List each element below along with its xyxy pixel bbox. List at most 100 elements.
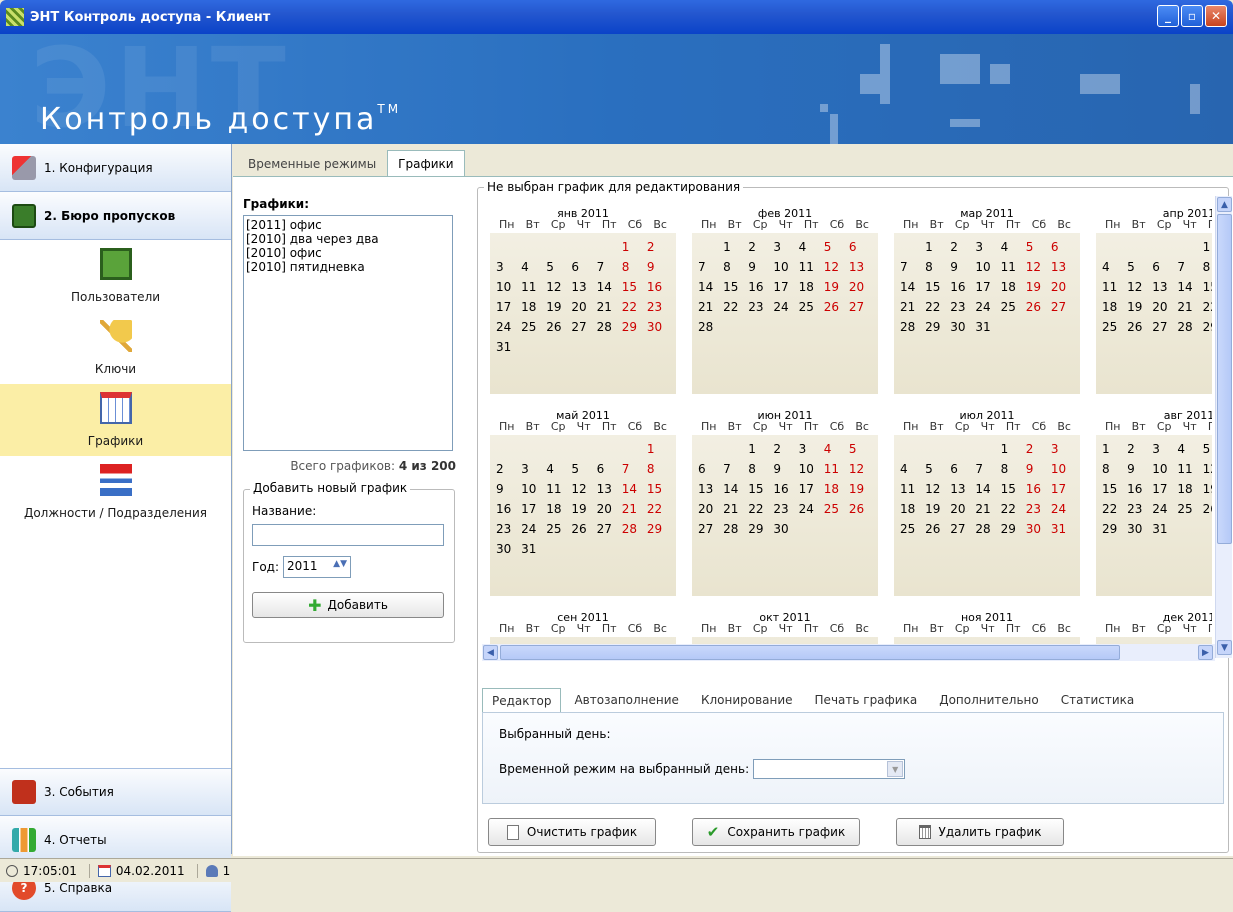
calendar-day[interactable]: 10 [799,461,824,477]
calendar-day[interactable]: 3 [773,239,798,255]
calendar-day[interactable]: 5 [1203,441,1212,457]
calendar-day[interactable]: 15 [1001,481,1026,497]
calendar-day[interactable]: 7 [975,461,1000,477]
calendar-day[interactable]: 29 [1102,521,1127,537]
calendar-day[interactable]: 16 [1127,481,1152,497]
calendar-day[interactable]: 31 [521,541,546,557]
calendar-day[interactable]: 21 [622,501,647,517]
calendar-day[interactable]: 4 [1102,259,1127,275]
spinner-arrows-icon[interactable]: ▲▼ [333,559,347,575]
calendar-day[interactable]: 13 [950,481,975,497]
calendar-day[interactable]: 12 [1026,259,1051,275]
calendar-day[interactable]: 8 [748,461,773,477]
calendar-day[interactable]: 4 [824,441,849,457]
calendar-day[interactable]: 24 [496,319,521,335]
nav-config[interactable]: 1. Конфигурация [0,144,231,192]
calendar-day[interactable]: 11 [546,481,571,497]
calendar-day[interactable]: 7 [900,259,925,275]
calendar-day[interactable]: 26 [849,501,874,517]
calendar-day[interactable]: 26 [546,319,571,335]
calendar-day[interactable]: 10 [521,481,546,497]
calendar-day[interactable]: 13 [849,259,874,275]
calendar-day[interactable]: 11 [1001,259,1026,275]
calendar-day[interactable]: 16 [773,481,798,497]
save-schedule-button[interactable]: ✔ Сохранить график [692,818,860,846]
calendar-day[interactable]: 17 [1152,481,1177,497]
calendar-day[interactable]: 29 [622,319,647,335]
calendar-day[interactable]: 5 [849,441,874,457]
calendar-day[interactable]: 15 [1102,481,1127,497]
calendar-day[interactable]: 14 [900,279,925,295]
list-item[interactable]: [2011] офис [246,218,450,232]
calendar-day[interactable]: 2 [1026,441,1051,457]
calendar-day[interactable]: 30 [496,541,521,557]
calendar-day[interactable]: 9 [647,259,672,275]
calendar-day[interactable]: 15 [723,279,748,295]
calendar-day[interactable]: 17 [1051,481,1076,497]
calendar-day[interactable]: 15 [1203,279,1212,295]
horizontal-scroll-thumb[interactable] [500,645,1120,660]
calendar-day[interactable]: 21 [1177,299,1202,315]
calendar-day[interactable]: 1 [723,239,748,255]
calendar-day[interactable]: 8 [1102,461,1127,477]
calendar-day[interactable]: 8 [1001,461,1026,477]
calendar-day[interactable]: 22 [1001,501,1026,517]
nav-item-users[interactable]: Пользователи [0,240,231,312]
calendar-day[interactable]: 3 [1051,441,1076,457]
calendar-day[interactable]: 12 [824,259,849,275]
scroll-down-icon[interactable]: ▼ [1217,640,1232,655]
calendar-day[interactable]: 3 [1152,441,1177,457]
calendar-day[interactable]: 28 [723,521,748,537]
calendar-day[interactable]: 18 [900,501,925,517]
calendar-day[interactable]: 6 [698,461,723,477]
calendar-day[interactable]: 17 [975,279,1000,295]
calendar-day[interactable]: 8 [622,259,647,275]
calendar-day[interactable]: 6 [571,259,596,275]
calendar-day[interactable]: 23 [647,299,672,315]
calendar-day[interactable]: 5 [824,239,849,255]
calendar-day[interactable]: 11 [1102,279,1127,295]
calendar-day[interactable]: 26 [1127,319,1152,335]
calendar-day[interactable]: 19 [849,481,874,497]
calendar-day[interactable]: 10 [496,279,521,295]
calendar-day[interactable]: 5 [1026,239,1051,255]
calendar-day[interactable]: 6 [950,461,975,477]
list-item[interactable]: [2010] офис [246,246,450,260]
calendar-day[interactable]: 4 [1177,441,1202,457]
calendar-day[interactable]: 19 [1127,299,1152,315]
calendar-day[interactable]: 10 [1152,461,1177,477]
calendar-day[interactable]: 9 [1127,461,1152,477]
calendar-day[interactable]: 6 [597,461,622,477]
calendar-day[interactable]: 14 [698,279,723,295]
calendar-day[interactable]: 4 [1001,239,1026,255]
calendar-day[interactable]: 19 [1026,279,1051,295]
calendar-day[interactable]: 31 [496,339,521,355]
calendar-day[interactable]: 30 [1127,521,1152,537]
calendar-day[interactable]: 7 [622,461,647,477]
calendar-day[interactable]: 1 [647,441,672,457]
calendar-day[interactable]: 2 [773,441,798,457]
calendar-day[interactable]: 16 [496,501,521,517]
calendar-day[interactable]: 20 [597,501,622,517]
calendar-day[interactable]: 27 [950,521,975,537]
calendar-day[interactable]: 11 [799,259,824,275]
tab-stats[interactable]: Статистика [1052,688,1144,713]
calendar-day[interactable]: 25 [1177,501,1202,517]
calendar-day[interactable]: 5 [571,461,596,477]
calendar-day[interactable]: 18 [546,501,571,517]
calendar-day[interactable]: 3 [799,441,824,457]
calendar-day[interactable]: 12 [925,481,950,497]
calendar-day[interactable]: 12 [546,279,571,295]
calendar-day[interactable]: 23 [1127,501,1152,517]
calendar-day[interactable]: 24 [521,521,546,537]
calendar-day[interactable]: 3 [521,461,546,477]
year-spinner[interactable]: 2011 ▲▼ [283,556,351,578]
calendar-day[interactable]: 26 [571,521,596,537]
calendar-day[interactable]: 5 [1127,259,1152,275]
list-item[interactable]: [2010] пятидневка [246,260,450,274]
calendar-day[interactable]: 30 [1026,521,1051,537]
calendar-day[interactable]: 18 [521,299,546,315]
tab-autofill[interactable]: Автозаполнение [565,688,687,713]
calendar-day[interactable]: 22 [647,501,672,517]
calendar-day[interactable]: 1 [1203,239,1212,255]
